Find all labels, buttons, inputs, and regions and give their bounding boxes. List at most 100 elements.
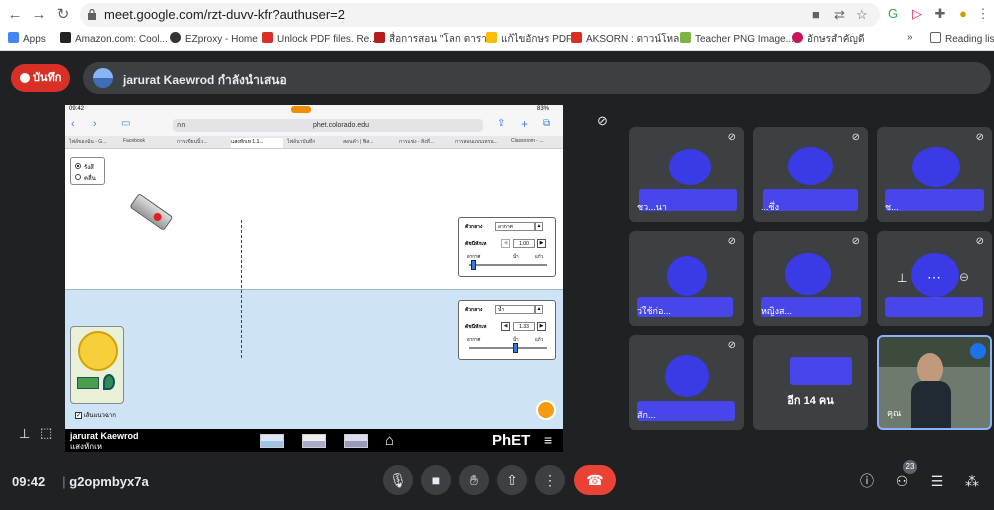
chevron-down-icon[interactable]: ▲ xyxy=(535,305,543,314)
star-icon[interactable]: ☆ xyxy=(856,7,868,23)
chevron-down-icon[interactable]: ▲ xyxy=(535,222,543,231)
bookmark-teaching[interactable]: สื่อการสอน "โลก ดารา... xyxy=(374,32,495,47)
blurred-face xyxy=(912,147,960,187)
raise-hand-button[interactable]: ✋︎ xyxy=(459,465,489,495)
meeting-details-button[interactable]: ⓘ xyxy=(856,470,878,492)
address-bar[interactable]: meet.google.com/rzt-duvv-kfr?authuser=2 … xyxy=(80,3,880,27)
thai-font-icon xyxy=(792,32,803,43)
ipad-new-tab-icon[interactable]: + xyxy=(521,117,528,131)
reading-list[interactable]: Reading list xyxy=(930,32,994,45)
play-extension-icon[interactable]: ▷ xyxy=(908,5,926,23)
decrement-button[interactable]: ◀ xyxy=(501,322,510,331)
menu-icon[interactable]: ⋮ xyxy=(974,5,992,23)
normal-checkbox[interactable]: ✓ เส้นแนวฉาก xyxy=(75,410,116,420)
participant-tile[interactable]: ⊘ ว่ใช้ก่อ... xyxy=(629,231,744,326)
increment-button[interactable]: ▶ xyxy=(537,239,546,248)
fullscreen-icon[interactable]: ⬚ xyxy=(40,425,52,441)
camera-button[interactable]: ■ xyxy=(421,465,451,495)
protractor-icon[interactable] xyxy=(78,331,118,371)
bookmark-unlock-pdf[interactable]: Unlock PDF files. Re... xyxy=(262,32,378,45)
bookmark-amazon[interactable]: Amazon.com: Cool... xyxy=(60,32,168,45)
ipad-tab[interactable]: ไฟล์นาบันทึก xyxy=(287,138,339,148)
camera-icon[interactable]: ■ xyxy=(812,7,820,22)
chat-button[interactable]: ☰ xyxy=(926,470,948,492)
ipad-share-icon[interactable]: ⇪ xyxy=(497,118,505,129)
pin-tile-icon[interactable]: ⊥ xyxy=(897,271,907,285)
participant-name: หญิงส... xyxy=(761,306,792,316)
more-options-button[interactable]: ⋮ xyxy=(535,465,565,495)
bottom-index-value[interactable]: 1.33 xyxy=(513,322,535,331)
back-icon[interactable]: ← xyxy=(5,5,25,25)
apps-icon xyxy=(8,32,19,43)
home-icon[interactable]: ⌂ xyxy=(385,432,394,449)
ipad-tab[interactable]: Classroom - ... xyxy=(511,138,561,148)
microphone-button[interactable]: 🎙︎ xyxy=(383,465,413,495)
index-slider-knob[interactable] xyxy=(513,343,518,353)
bookmarks-overflow[interactable]: » xyxy=(907,32,913,43)
intensity-meter-icon[interactable] xyxy=(103,374,115,390)
increment-button[interactable]: ▶ xyxy=(537,322,546,331)
heart-icon xyxy=(262,32,273,43)
options-icon[interactable]: ⋯ xyxy=(927,269,941,286)
extensions-icon[interactable]: ✚ xyxy=(931,5,949,23)
ipad-tab[interactable]: สอนคำ | ฟิส... xyxy=(343,138,395,148)
ipad-bookmarks-icon[interactable]: ▭ xyxy=(121,118,130,129)
top-index-value[interactable]: 1.00 xyxy=(513,239,535,248)
participant-name: ชว...นา xyxy=(637,202,667,212)
bookmark-teacher-png[interactable]: Teacher PNG Image... xyxy=(680,32,794,45)
ipad-back-icon[interactable]: ‹ xyxy=(71,118,75,130)
participant-tile[interactable]: ⊘ หญิงส... xyxy=(753,231,868,326)
ipad-tab[interactable]: การแข่ง - สิ่งที่... xyxy=(399,138,451,148)
hand-icon: ✋︎ xyxy=(470,472,478,488)
top-medium-panel: ตัวกลาง อากาศ ▲ ดัชนีหักเห ◀ 1.00 ▶ อากา… xyxy=(458,217,556,277)
pin-extension-icon[interactable]: ● xyxy=(954,5,972,23)
prisms-screen-icon[interactable] xyxy=(302,434,326,448)
hamburger-menu-icon[interactable]: ≡ xyxy=(544,432,552,448)
participant-tile[interactable]: ⊘ สัก... xyxy=(629,335,744,430)
ruler-icon[interactable] xyxy=(77,377,99,389)
remove-icon[interactable]: ⊖ xyxy=(959,270,969,284)
bookmark-pdf-edit[interactable]: แก้ไขอักษร PDF xyxy=(486,32,572,47)
wave-radio[interactable] xyxy=(75,174,81,180)
bottom-medium-select[interactable]: น้ำ xyxy=(495,305,535,314)
checkbox-icon[interactable]: ✓ xyxy=(75,412,82,419)
top-medium-select[interactable]: อากาศ xyxy=(495,222,535,231)
translate-icon[interactable]: ⇄ xyxy=(834,7,845,23)
reset-button[interactable] xyxy=(536,400,556,420)
participant-tile[interactable]: ⊘ ⊥ ⋯ ⊖ xyxy=(877,231,992,326)
ipad-tab[interactable]: การเขียนนิ้ว... xyxy=(177,138,227,148)
laser-button[interactable] xyxy=(152,211,164,223)
ipad-address-bar[interactable]: กก phet.colorado.edu xyxy=(173,119,483,132)
reload-icon[interactable]: ↻ xyxy=(53,5,73,25)
forward-icon[interactable]: → xyxy=(29,5,49,25)
ray-radio[interactable] xyxy=(75,163,81,169)
ipad-tab[interactable]: การสอนแบบเทรน... xyxy=(455,138,507,148)
self-video-tile[interactable]: คุณ xyxy=(877,335,992,430)
bookmark-aksorn[interactable]: AKSORN : ดาวน์โหล... xyxy=(571,32,688,47)
intro-screen-icon[interactable] xyxy=(260,434,284,448)
more-participants-tile[interactable]: อีก 14 คน xyxy=(753,335,868,430)
pin-icon[interactable]: ⊥ xyxy=(19,426,30,442)
participant-tile[interactable]: ⊘ ...ซึ่ง xyxy=(753,127,868,222)
ipad-tabs-icon[interactable]: ⧉ xyxy=(543,118,550,129)
self-body xyxy=(911,381,951,428)
record-button[interactable]: บันทึก xyxy=(11,64,70,92)
bookmark-apps[interactable]: Apps xyxy=(8,32,46,45)
leave-call-button[interactable]: ☎︎ xyxy=(574,465,616,495)
ipad-tab[interactable]: Facebook xyxy=(123,138,173,148)
ipad-tab-active[interactable]: แสงหักเห 1.1... xyxy=(231,138,283,148)
ipad-tab[interactable]: ไฟล์ของฉัน - G... xyxy=(69,138,119,148)
present-button[interactable]: ⇧ xyxy=(497,465,527,495)
bookmark-ezproxy[interactable]: EZproxy - Home xyxy=(170,32,258,45)
index-slider-knob[interactable] xyxy=(471,260,476,270)
grammarly-icon[interactable]: G xyxy=(884,5,902,23)
lab-screen-icon[interactable] xyxy=(344,434,368,448)
participant-tile[interactable]: ⊘ ช... xyxy=(877,127,992,222)
bookmark-thai-font[interactable]: อักษรสำคัญดี xyxy=(792,32,864,47)
decrement-button[interactable]: ◀ xyxy=(501,239,510,248)
url-text: meet.google.com/rzt-duvv-kfr?authuser=2 xyxy=(104,7,345,22)
activities-button[interactable]: ⁂ xyxy=(961,470,983,492)
ipad-forward-icon[interactable]: › xyxy=(93,118,97,130)
participant-tile[interactable]: ⊘ ชว...นา xyxy=(629,127,744,222)
phet-logo: PhET xyxy=(492,432,531,449)
